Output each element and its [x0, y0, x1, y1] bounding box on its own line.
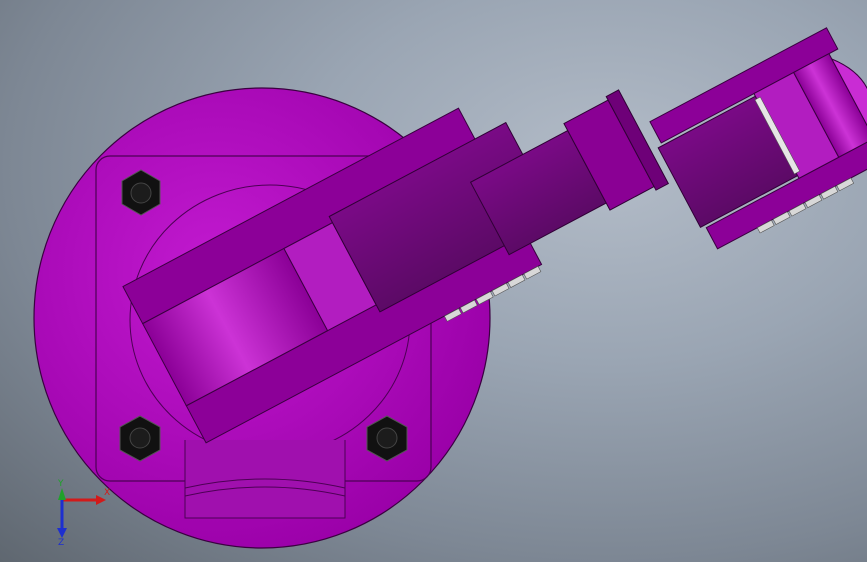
y-axis-arrowhead — [58, 488, 66, 500]
upper-arm-gripper — [649, 27, 867, 250]
coordinate-triad: X Y Z — [57, 479, 110, 548]
z-axis-label: Z — [58, 538, 64, 548]
cad-3d-viewport[interactable]: X Y Z — [0, 0, 867, 562]
z-axis-arrowhead — [57, 528, 67, 538]
x-axis-label: X — [104, 488, 110, 498]
robot-arm-model: X Y Z — [33, 27, 867, 549]
y-axis-label: Y — [57, 479, 64, 489]
